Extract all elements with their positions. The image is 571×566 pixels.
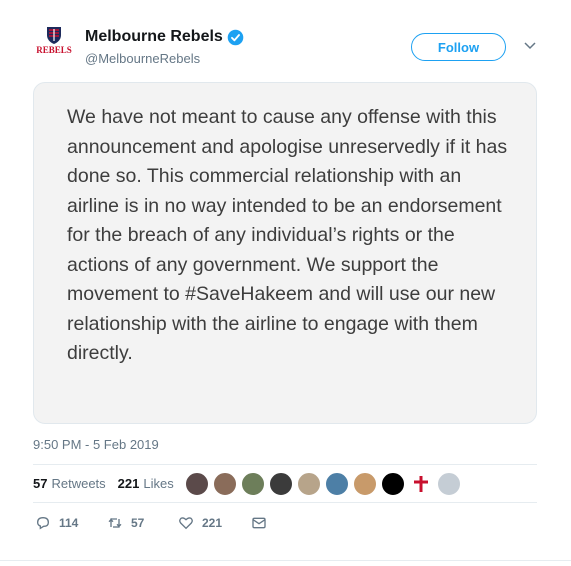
liker-avatar[interactable] xyxy=(353,472,377,496)
liker-avatar[interactable] xyxy=(241,472,265,496)
retweets-label[interactable]: Retweets xyxy=(51,476,105,491)
like-action[interactable]: 221 xyxy=(178,515,222,531)
bottom-divider xyxy=(0,560,571,561)
liker-avatar[interactable] xyxy=(381,472,405,496)
engagement-stats: 57 Retweets 221 Likes xyxy=(33,476,174,491)
liker-avatar[interactable] xyxy=(437,472,461,496)
liker-avatar[interactable] xyxy=(325,472,349,496)
tweet-header: REBELS Melbourne Rebels @MelbourneRebels… xyxy=(0,0,571,80)
follow-button[interactable]: Follow xyxy=(411,33,506,61)
heart-icon xyxy=(179,517,193,530)
likers-avatars xyxy=(185,472,465,496)
reply-action[interactable]: 114 xyxy=(35,515,78,531)
divider xyxy=(33,464,537,465)
display-name-row: Melbourne Rebels xyxy=(85,28,244,46)
display-name[interactable]: Melbourne Rebels xyxy=(85,28,223,46)
retweet-action[interactable]: 57 xyxy=(107,515,144,531)
cross-icon xyxy=(414,476,428,492)
likes-label[interactable]: Likes xyxy=(143,476,173,491)
direct-message-action[interactable] xyxy=(251,515,275,531)
liker-avatar[interactable] xyxy=(269,472,293,496)
envelope-icon xyxy=(252,517,266,529)
likes-count[interactable]: 221 xyxy=(118,476,140,491)
liker-avatar[interactable] xyxy=(185,472,209,496)
tweet-timestamp[interactable]: 9:50 PM - 5 Feb 2019 xyxy=(33,437,159,452)
verified-badge-icon xyxy=(227,29,244,45)
like-count: 221 xyxy=(202,516,223,530)
reply-count: 114 xyxy=(59,516,79,530)
tweet-actions: 114 57 221 xyxy=(33,515,537,537)
retweets-count[interactable]: 57 xyxy=(33,476,47,491)
retweet-count: 57 xyxy=(131,516,145,530)
reply-icon xyxy=(36,516,50,530)
rebels-shield-logo xyxy=(47,27,61,44)
retweet-icon xyxy=(108,518,122,528)
liker-avatar[interactable] xyxy=(409,472,433,496)
liker-avatar[interactable] xyxy=(213,472,237,496)
chevron-down-icon[interactable] xyxy=(524,42,536,50)
divider xyxy=(33,502,537,503)
avatar[interactable]: REBELS xyxy=(34,25,74,65)
account-handle[interactable]: @MelbourneRebels xyxy=(85,51,200,66)
liker-avatar[interactable] xyxy=(297,472,321,496)
statement-text: We have not meant to cause any offense w… xyxy=(67,106,508,364)
avatar-wordmark: REBELS xyxy=(36,45,72,55)
statement-image[interactable]: We have not meant to cause any offense w… xyxy=(33,82,537,424)
